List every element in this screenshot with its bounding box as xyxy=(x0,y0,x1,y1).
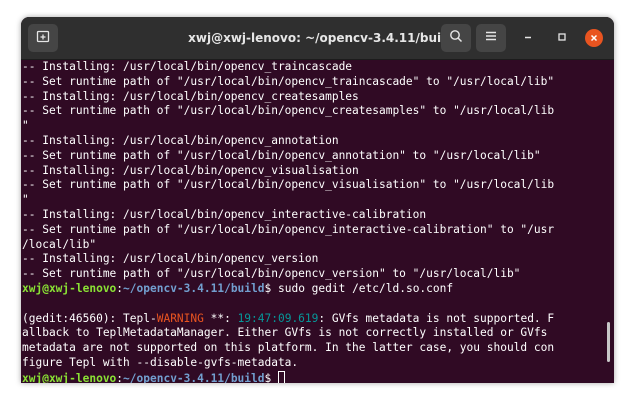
warning-prefix: (gedit:46560): Tepl- xyxy=(22,311,157,325)
output-line: -- Installing: /usr/local/bin/opencv_tra… xyxy=(22,60,353,73)
minimize-button[interactable] xyxy=(518,28,538,48)
terminal-window: xwj@xwj-lenovo: ~/opencv-3.4.11/build --… xyxy=(21,17,614,383)
search-button[interactable] xyxy=(441,24,471,52)
output-line: allback to TeplMetadataManager. Either G… xyxy=(22,326,548,340)
scrollbar[interactable] xyxy=(607,322,610,362)
prompt-line: xwj@xwj-lenovo:~/opencv-3.4.11/build$ xyxy=(22,370,614,383)
output-line: " xyxy=(22,193,29,207)
title-bar[interactable]: xwj@xwj-lenovo: ~/opencv-3.4.11/build xyxy=(21,17,614,60)
maximize-button[interactable] xyxy=(552,28,572,48)
output-line: -- Installing: /usr/local/bin/opencv_cre… xyxy=(22,89,359,103)
warning-mid: **: xyxy=(203,311,238,325)
prompt-user: xwj@xwj-lenovo xyxy=(22,281,117,295)
prompt-path: ~/opencv-3.4.11/build xyxy=(123,281,265,295)
maximize-icon xyxy=(557,29,567,47)
terminal-output[interactable]: -- Installing: /usr/local/bin/opencv_tra… xyxy=(21,60,614,383)
output-line: -- Set runtime path of "/usr/local/bin/o… xyxy=(22,222,555,236)
text-cursor[interactable] xyxy=(277,370,285,383)
output-line: " xyxy=(22,119,29,133)
warning-message: : GVfs metadata is not supported. F xyxy=(318,311,555,325)
warning-level: WARNING xyxy=(156,311,204,325)
output-line: -- Installing: /usr/local/bin/opencv_int… xyxy=(22,207,427,221)
output-line: -- Set runtime path of "/usr/local/bin/o… xyxy=(22,267,521,281)
close-button[interactable] xyxy=(584,28,604,48)
hamburger-menu-icon xyxy=(484,29,498,48)
prompt-user: xwj@xwj-lenovo xyxy=(22,371,117,383)
output-line: /local/lib" xyxy=(22,237,97,251)
output-line: -- Set runtime path of "/usr/local/bin/o… xyxy=(22,74,555,88)
gedit-warning-line: (gedit:46560): Tepl-WARNING **: 19:47:09… xyxy=(22,312,614,327)
minimize-icon xyxy=(523,29,533,47)
output-line: -- Installing: /usr/local/bin/opencv_ver… xyxy=(22,252,319,266)
output-line: metadata are not supported on this platf… xyxy=(22,341,555,355)
prompt-path: ~/opencv-3.4.11/build xyxy=(123,371,265,383)
prompt-line: xwj@xwj-lenovo:~/opencv-3.4.11/build$ su… xyxy=(22,282,614,297)
close-icon xyxy=(585,29,603,47)
command-text: sudo gedit /etc/ld.so.conf xyxy=(277,281,454,295)
output-line: -- Installing: /usr/local/bin/opencv_vis… xyxy=(22,163,359,177)
new-tab-icon xyxy=(36,29,50,48)
window-title: xwj@xwj-lenovo: ~/opencv-3.4.11/build xyxy=(188,31,454,45)
warning-timestamp: 19:47:09.619 xyxy=(237,311,319,325)
output-line: -- Set runtime path of "/usr/local/bin/o… xyxy=(22,104,555,118)
output-line: -- Set runtime path of "/usr/local/bin/o… xyxy=(22,148,541,162)
output-line: figure Tepl with --disable-gvfs-metadata… xyxy=(22,355,299,369)
prompt-symbol: $ xyxy=(264,371,278,383)
search-icon xyxy=(449,29,463,48)
prompt-symbol: $ xyxy=(264,281,278,295)
menu-button[interactable] xyxy=(476,24,506,52)
new-tab-button[interactable] xyxy=(28,24,58,52)
output-line: -- Set runtime path of "/usr/local/bin/o… xyxy=(22,178,555,192)
output-line: -- Installing: /usr/local/bin/opencv_ann… xyxy=(22,133,339,147)
